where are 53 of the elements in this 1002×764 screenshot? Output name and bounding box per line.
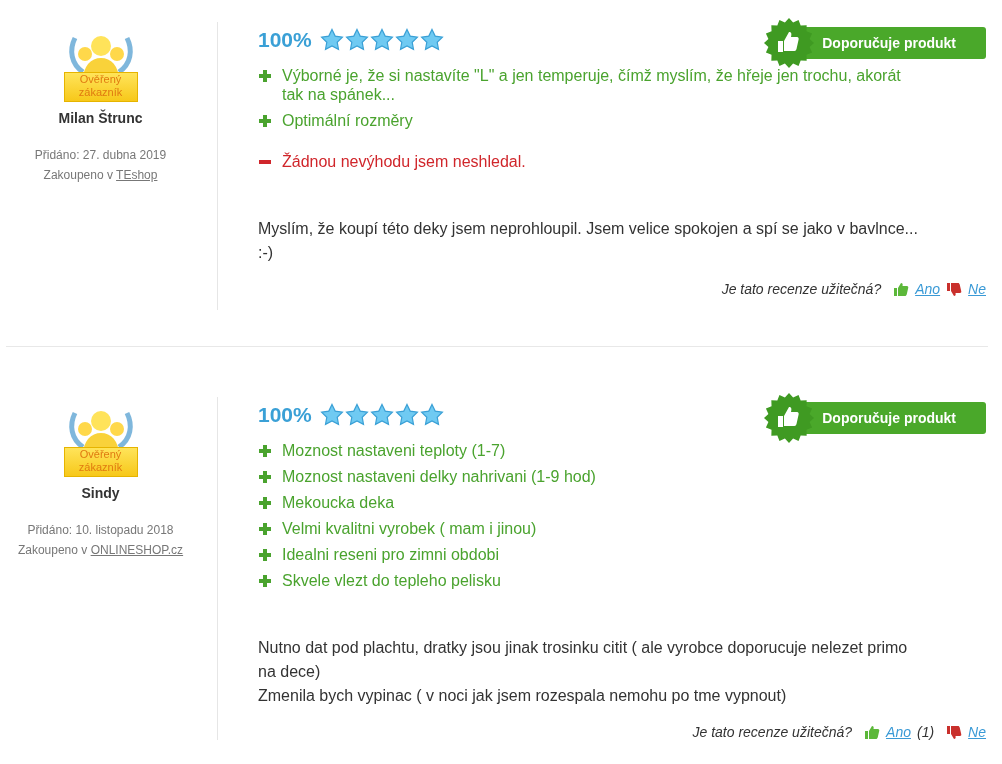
badge-label: Ověřený zákazník <box>63 447 138 477</box>
thumbs-up-icon <box>864 724 881 740</box>
pro-text: Moznost nastaveni teploty (1-7) <box>282 441 506 460</box>
star-icon <box>369 28 394 52</box>
pro-text: Skvele vlezt do tepleho pelisku <box>282 571 501 590</box>
vote-count: (1) <box>916 724 935 740</box>
pro-text: Mekoucka deka <box>282 493 395 512</box>
review-text: Myslím, že koupí této deky jsem neprohloupil. Jsem velice spokojen a spí se jako v bavlnce... :-) <box>258 219 919 263</box>
rating-percent: 100% <box>258 28 312 52</box>
review-text: Zmenila bych vypinac ( v noci jak jsem rozespala nemohu po tme vypnout) <box>258 686 788 706</box>
star-icon <box>344 28 369 52</box>
star-icon <box>319 403 344 427</box>
star-icon <box>394 403 419 427</box>
plus-icon <box>258 114 272 128</box>
pro-text: Výborné je, že si nastavíte "L" a jen temperuje, čímž myslím, že hřeje jen trochu, akorát tak na spánek... <box>282 66 902 104</box>
author-name: Sindy <box>81 485 120 501</box>
plus-icon <box>258 69 272 83</box>
thumbs-up-icon <box>893 281 910 297</box>
review-text: Nutno dat pod plachtu, dratky jsou jinak trosinku citit ( ale vyrobce doporucuje nelezet primo na dece) <box>258 638 909 682</box>
yes-link[interactable]: Ano <box>886 724 911 740</box>
thumbs-down-icon <box>946 281 963 297</box>
pro-text: Optimální rozměry <box>282 111 413 130</box>
plus-icon <box>258 444 272 458</box>
star-icon <box>419 28 444 52</box>
plus-icon <box>258 522 272 536</box>
star-icon <box>319 28 344 52</box>
no-link[interactable]: Ne <box>968 724 986 740</box>
shop-link[interactable]: TEshop <box>116 168 158 182</box>
author-name: Milan Štrunc <box>58 110 143 126</box>
rating-percent: 100% <box>258 403 312 427</box>
star-icon <box>419 403 444 427</box>
yes-link[interactable]: Ano <box>915 281 941 297</box>
helpful-question: Je tato recenze užitečná? <box>721 281 882 297</box>
pro-text: Velmi kvalitni vyrobek ( mam i jinou) <box>282 519 537 538</box>
badge-label: Ověřený zákazník <box>63 72 138 102</box>
star-icon <box>394 28 419 52</box>
helpful-question: Je tato recenze užitečná? <box>692 724 853 740</box>
pro-text: Idealni reseni pro zimni obdobi <box>282 545 499 564</box>
plus-icon <box>258 496 272 510</box>
purchase-label: Zakoupeno v <box>43 168 114 182</box>
star-icon <box>344 403 369 427</box>
review-date: Přidáno: 27. dubna 2019 <box>34 148 167 162</box>
pro-text: Moznost nastaveni delky nahrivani (1-9 hod) <box>282 467 596 486</box>
review-date: Přidáno: 10. listopadu 2018 <box>27 523 174 537</box>
plus-icon <box>258 574 272 588</box>
no-link[interactable]: Ne <box>968 281 986 297</box>
star-icon <box>369 403 394 427</box>
con-text: Žádnou nevýhodu jsem neshledal. <box>282 152 526 171</box>
thumbs-down-icon <box>946 724 963 740</box>
shop-link[interactable]: ONLINESHOP.cz <box>90 543 184 557</box>
plus-icon <box>258 548 272 562</box>
plus-icon <box>258 470 272 484</box>
purchase-label: Zakoupeno v <box>17 543 89 557</box>
